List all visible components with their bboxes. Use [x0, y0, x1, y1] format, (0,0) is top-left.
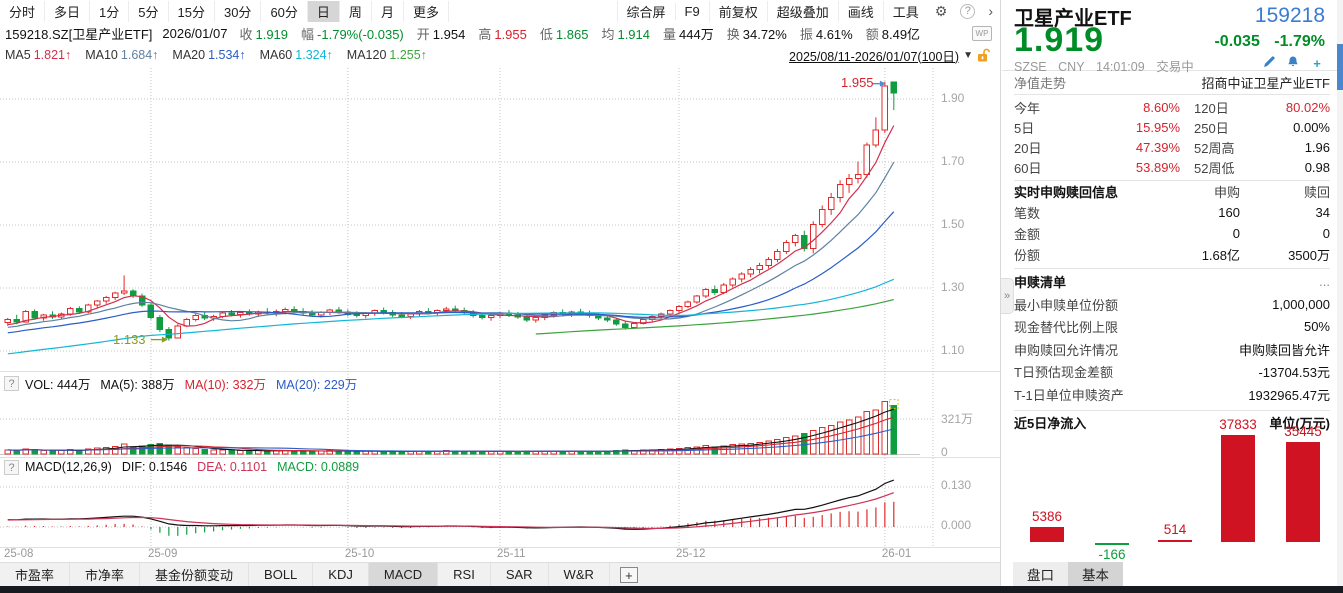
flow-value-label: 5386: [1012, 509, 1082, 524]
price-tick-label: 1.70: [941, 154, 964, 168]
realtime-table-row: 笔数16034: [1014, 202, 1330, 223]
more-icon[interactable]: ...: [1319, 274, 1330, 289]
nav-table-row: 今年8.60%120日80.02%: [1014, 97, 1330, 117]
indicator-tab-bar: 市盈率市净率基金份额变动BOLLKDJMACDRSISARW&R +: [0, 562, 1000, 586]
price-tick-label: 1.10: [941, 343, 964, 357]
change-value: -0.035: [1214, 33, 1259, 50]
help-icon[interactable]: ?: [4, 376, 19, 391]
macd-tick-label: 0.000: [941, 518, 971, 532]
indicator-tab-MACD[interactable]: MACD: [369, 563, 438, 586]
indicator-tab-市盈率[interactable]: 市盈率: [0, 563, 70, 586]
fund-code: 159218: [1255, 4, 1325, 28]
indicator-tab-RSI[interactable]: RSI: [438, 563, 491, 586]
indicator-tab-BOLL[interactable]: BOLL: [249, 563, 313, 586]
high-price-annotation: 1.955: [841, 75, 874, 90]
price-tick-label: 1.90: [941, 91, 964, 105]
list-table-row: T日预估现金差额-13704.53元: [1014, 361, 1330, 384]
flow-bar-day5: [1286, 442, 1320, 542]
macd-legend-item-2: DEA: 0.1101: [197, 460, 267, 474]
nav-table-row: 60日53.89%52周低0.98: [1014, 157, 1330, 177]
nav-table-row: 5日15.95%250日0.00%: [1014, 117, 1330, 137]
kline-region: 分时多日1分5分15分30分60分日周月更多 综合屏F9前复权超级叠加画线工具⚙…: [0, 0, 1000, 593]
scrollbar-thumb[interactable]: [1337, 44, 1343, 90]
volume-tick-label: 0: [941, 445, 948, 459]
window-bottom-edge: [0, 586, 1343, 593]
realtime-subscription-table: 实时申购赎回信息申购赎回笔数16034金额00份额1.68亿3500万: [1014, 181, 1330, 265]
month-tick-label: 25-11: [497, 548, 526, 560]
price-change: -0.035 -1.79%: [1204, 33, 1325, 51]
indicator-tab-基金份额变动[interactable]: 基金份额变动: [140, 563, 249, 586]
month-tick-label: 25-10: [345, 548, 374, 560]
list-section-header: 申赎清单 ...: [1014, 269, 1330, 293]
indicator-tab-SAR[interactable]: SAR: [491, 563, 549, 586]
market-meta: SZSE CNY 14:01:09 交易中: [1014, 56, 1202, 75]
list-table-row: 最小申赎单位份额1,000,000: [1014, 293, 1330, 316]
list-table-row: 现金替代比例上限50%: [1014, 316, 1330, 339]
flow-bar-day1: [1030, 527, 1064, 542]
panel-tab-基本[interactable]: 基本: [1068, 562, 1123, 586]
currency-label: CNY: [1058, 60, 1084, 74]
volume-tick-label: 321万: [941, 410, 973, 427]
price-tick-label: 1.30: [941, 280, 964, 294]
quote-header: 卫星产业ETF 159218 1.919 -0.035 -1.79% SZSE …: [1001, 0, 1343, 70]
net-inflow-bar-chart: 5386 -166 514 3783335445: [1000, 414, 1343, 562]
subscription-list-table: 最小申赎单位份额1,000,000现金替代比例上限50%申购赎回允许情况申购赎回…: [1014, 293, 1330, 406]
month-tick-label: 25-09: [148, 548, 177, 560]
volume-legend-item-2: MA(10): 332万: [185, 374, 266, 393]
macd-legend-item-3: MACD: 0.0889: [277, 460, 359, 474]
macd-legend-item-1: DIF: 0.1546: [122, 460, 187, 474]
volume-legend-item-0: VOL: 444万: [25, 374, 90, 393]
volume-legend-item-3: MA(20): 229万: [276, 374, 357, 393]
price-tick-label: 1.50: [941, 217, 964, 231]
flow-bar-day2: [1095, 543, 1129, 545]
indicator-tab-市净率[interactable]: 市净率: [70, 563, 140, 586]
macd-tick-label: 0.130: [941, 478, 971, 492]
realtime-header-row: 实时申购赎回信息申购赎回: [1014, 181, 1330, 202]
volume-legend-item-1: MA(5): 388万: [100, 374, 174, 393]
app-window: 分时多日1分5分15分30分60分日周月更多 综合屏F9前复权超级叠加画线工具⚙…: [0, 0, 1343, 593]
panel-tab-bar: 盘口基本: [1013, 562, 1123, 586]
low-price-annotation: 1.133: [113, 332, 146, 347]
flow-value-label: 37833: [1203, 417, 1273, 432]
help-icon[interactable]: ?: [4, 460, 19, 475]
exchange-label: SZSE: [1014, 60, 1047, 74]
volume-legend: ? VOL: 444万 MA(5): 388万 MA(10): 332万 MA(20):…: [4, 374, 367, 392]
add-indicator-button[interactable]: +: [620, 567, 638, 583]
flow-value-label: 35445: [1268, 424, 1338, 439]
last-price: 1.919: [1014, 21, 1104, 60]
nav-performance-table: 今年8.60%120日80.02%5日15.95%250日0.00%20日47.…: [1014, 97, 1330, 177]
tracked-fund-name: 招商中证卫星产业ETF: [1201, 73, 1330, 92]
alert-bell-icon[interactable]: [1285, 56, 1301, 70]
list-table-row: T-1日单位申赎资产1932965.47元: [1014, 383, 1330, 406]
quote-time: 14:01:09: [1096, 60, 1145, 74]
quote-actions: +: [1253, 56, 1325, 70]
macd-legend-item-0: MACD(12,26,9): [25, 460, 112, 474]
nav-table-row: 20日47.39%52周高1.96: [1014, 137, 1330, 157]
list-table-row: 申购赎回允许情况申购赎回皆允许: [1014, 338, 1330, 361]
indicator-tab-W&R[interactable]: W&R: [549, 563, 610, 586]
add-watchlist-icon[interactable]: +: [1309, 56, 1325, 70]
flow-bar-day4: [1221, 435, 1255, 542]
panel-collapse-handle[interactable]: »: [1001, 278, 1014, 314]
list-section-title: 申赎清单: [1014, 272, 1066, 291]
change-percent: -1.79%: [1274, 33, 1325, 50]
panel-tab-盘口[interactable]: 盘口: [1013, 562, 1068, 586]
month-tick-label: 25-08: [4, 548, 33, 560]
month-tick-label: 25-12: [676, 548, 705, 560]
edit-icon[interactable]: [1261, 56, 1277, 70]
nav-section-title: 净值走势: [1014, 73, 1066, 92]
trading-status: 交易中: [1156, 60, 1194, 74]
flow-value-label: 514: [1140, 522, 1210, 537]
macd-legend: ? MACD(12,26,9) DIF: 0.1546 DEA: 0.1101 MACD…: [4, 458, 369, 476]
indicator-tab-KDJ[interactable]: KDJ: [313, 563, 369, 586]
flow-value-label: -166: [1077, 547, 1147, 562]
realtime-table-row: 份额1.68亿3500万: [1014, 244, 1330, 265]
flow-bar-day3: [1158, 540, 1192, 542]
month-tick-label: 26-01: [882, 548, 911, 560]
realtime-table-row: 金额00: [1014, 223, 1330, 244]
